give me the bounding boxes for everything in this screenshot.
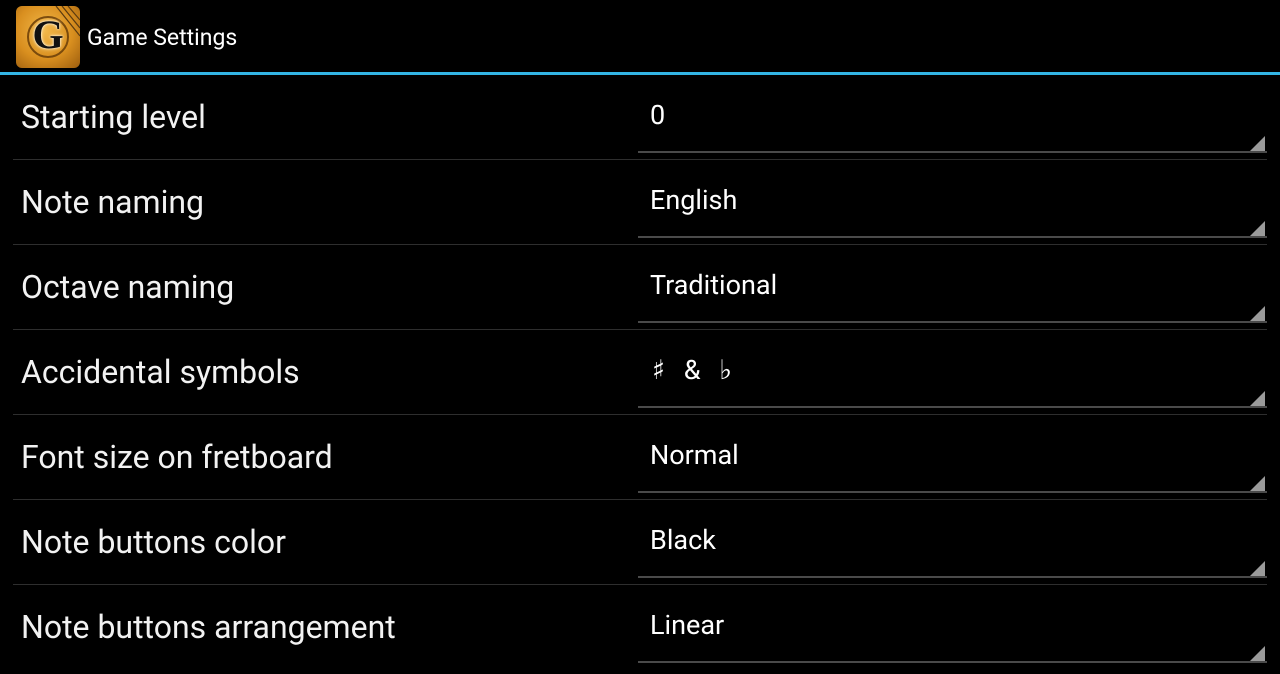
action-bar: G Game Settings [0, 0, 1280, 75]
octave-naming-spinner[interactable]: Traditional [638, 245, 1267, 325]
setting-label: Font size on fretboard [21, 438, 333, 476]
setting-label: Note buttons arrangement [21, 608, 396, 646]
setting-row-note-buttons-color: Note buttons color Black [13, 500, 1267, 585]
setting-label: Octave naming [21, 268, 235, 306]
spinner-value: Traditional [650, 269, 778, 301]
setting-row-font-size-on-fretboard: Font size on fretboard Normal [13, 415, 1267, 500]
spinner-underline [638, 406, 1267, 408]
note-buttons-color-spinner[interactable]: Black [638, 500, 1267, 580]
setting-label: Note naming [21, 183, 205, 221]
spinner-underline [638, 151, 1267, 153]
spinner-value: Black [650, 524, 716, 556]
accidental-symbols-spinner[interactable]: ♯ & ♭ [638, 330, 1267, 410]
setting-label: Starting level [21, 98, 206, 136]
note-naming-spinner[interactable]: English [638, 160, 1267, 240]
setting-row-accidental-symbols: Accidental symbols ♯ & ♭ [13, 330, 1267, 415]
spinner-corner-triangle-icon [1250, 476, 1265, 491]
spinner-value: Linear [650, 609, 725, 641]
setting-label: Note buttons color [21, 523, 286, 561]
starting-level-spinner[interactable]: 0 [638, 75, 1267, 155]
spinner-corner-triangle-icon [1250, 646, 1265, 661]
spinner-corner-triangle-icon [1250, 306, 1265, 321]
spinner-corner-triangle-icon [1250, 221, 1265, 236]
spinner-corner-triangle-icon [1250, 561, 1265, 576]
spinner-underline [638, 576, 1267, 578]
note-buttons-arrangement-spinner[interactable]: Linear [638, 585, 1267, 665]
page-title: Game Settings [87, 24, 238, 51]
setting-label: Accidental symbols [21, 353, 300, 391]
app-icon[interactable]: G [16, 6, 80, 68]
setting-row-octave-naming: Octave naming Traditional [13, 245, 1267, 330]
spinner-underline [638, 491, 1267, 493]
spinner-value: English [650, 184, 738, 216]
spinner-value: 0 [650, 99, 666, 131]
setting-row-note-buttons-arrangement: Note buttons arrangement Linear [13, 585, 1267, 669]
settings-list: Starting level 0 Note naming English Oct… [0, 75, 1280, 669]
font-size-spinner[interactable]: Normal [638, 415, 1267, 495]
spinner-underline [638, 321, 1267, 323]
spinner-corner-triangle-icon [1250, 391, 1265, 406]
spinner-underline [638, 236, 1267, 238]
app-logo-letter: G [32, 12, 64, 57]
setting-row-starting-level: Starting level 0 [13, 75, 1267, 160]
spinner-value: Normal [650, 439, 739, 471]
spinner-value: ♯ & ♭ [652, 354, 738, 386]
spinner-underline [638, 661, 1267, 663]
spinner-corner-triangle-icon [1250, 136, 1265, 151]
setting-row-note-naming: Note naming English [13, 160, 1267, 245]
